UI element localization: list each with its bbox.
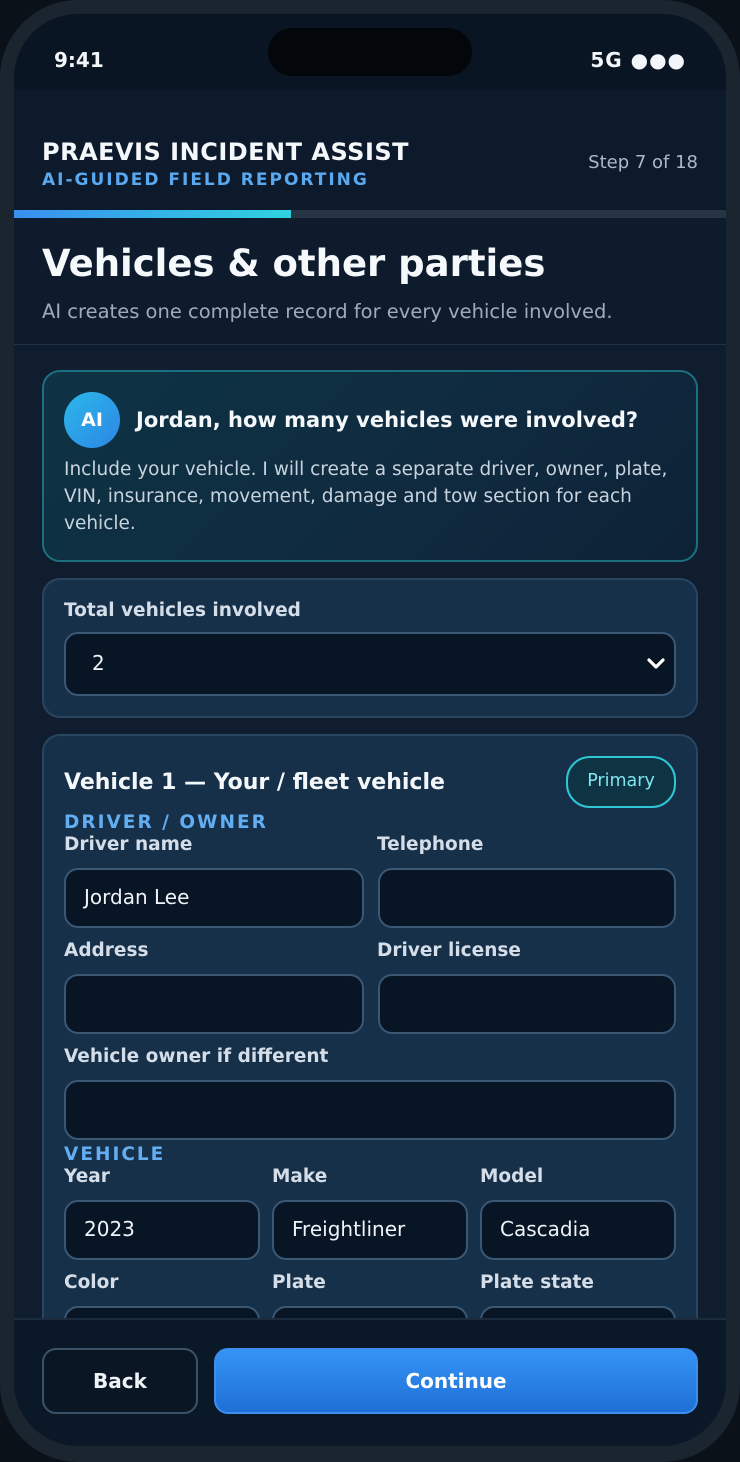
ai-avatar: AI [64, 392, 120, 448]
plate-label: Plate [272, 1272, 326, 1293]
make-value: Freightliner [292, 1217, 406, 1241]
dynamic-island [268, 28, 472, 76]
color-label: Color [64, 1272, 119, 1293]
model-value: Cascadia [500, 1217, 591, 1241]
vehicle-count-value: 2 [92, 651, 105, 675]
progress-bar [14, 210, 726, 218]
address-label: Address [64, 940, 149, 961]
plate-state-input[interactable] [480, 1306, 676, 1318]
status-time: 9:41 [54, 48, 104, 72]
back-button[interactable]: Back [42, 1348, 198, 1414]
footer-actions: Back Continue [14, 1318, 726, 1446]
driver-license-label: Driver license [377, 940, 521, 961]
chevron-down-icon [647, 658, 665, 669]
step-indicator: Step 7 of 18 [588, 152, 698, 173]
model-label: Model [480, 1166, 544, 1187]
vehicle-count-label: Total vehicles involved [64, 600, 301, 621]
page-title: Vehicles & other parties [42, 242, 546, 285]
telephone-label: Telephone [377, 834, 484, 855]
vehicle-owner-label: Vehicle owner if different [64, 1046, 329, 1067]
year-label: Year [64, 1166, 110, 1187]
progress-fill [14, 210, 291, 218]
page-heading: Vehicles & other parties AI creates one … [14, 218, 726, 345]
status-bar: 9:41 5G ●●● [14, 14, 726, 90]
network-signal: 5G ●●● [590, 48, 686, 72]
color-input[interactable] [64, 1306, 260, 1318]
year-input[interactable]: 2023 [64, 1200, 260, 1260]
driver-license-input[interactable] [378, 974, 676, 1034]
continue-button[interactable]: Continue [214, 1348, 698, 1414]
primary-badge: Primary [566, 756, 676, 808]
app-header: PRAEVIS INCIDENT ASSIST AI-GUIDED FIELD … [14, 90, 726, 224]
app-subtitle: AI-GUIDED FIELD REPORTING [42, 170, 369, 190]
vehicle-count-select[interactable]: 2 [64, 632, 676, 696]
plate-input[interactable] [272, 1306, 468, 1318]
form-content[interactable]: AI Jordan, how many vehicles were involv… [14, 344, 726, 1318]
model-input[interactable]: Cascadia [480, 1200, 676, 1260]
vehicle-count-card: Total vehicles involved 2 [42, 578, 698, 718]
driver-owner-section-heading: DRIVER / OWNER [64, 812, 268, 833]
make-label: Make [272, 1166, 328, 1187]
ai-question: Jordan, how many vehicles were involved? [136, 408, 639, 432]
driver-name-value: Jordan Lee [84, 885, 190, 909]
telephone-input[interactable] [378, 868, 676, 928]
address-input[interactable] [64, 974, 364, 1034]
page-description: AI creates one complete record for every… [42, 300, 613, 323]
vehicle-1-card: Vehicle 1 — Your / fleet vehicle Primary… [42, 734, 698, 1318]
driver-name-label: Driver name [64, 834, 193, 855]
vehicle-owner-input[interactable] [64, 1080, 676, 1140]
driver-name-input[interactable]: Jordan Lee [64, 868, 364, 928]
ai-prompt-card: AI Jordan, how many vehicles were involv… [42, 370, 698, 562]
ai-instructions: Include your vehicle. I will create a se… [64, 459, 668, 534]
year-value: 2023 [84, 1217, 135, 1241]
phone-frame: 9:41 5G ●●● PRAEVIS INCIDENT ASSIST AI-G… [0, 0, 740, 1462]
plate-state-label: Plate state [480, 1272, 594, 1293]
screen: 9:41 5G ●●● PRAEVIS INCIDENT ASSIST AI-G… [14, 14, 726, 1446]
vehicle-section-heading: VEHICLE [64, 1144, 166, 1165]
vehicle-1-title: Vehicle 1 — Your / fleet vehicle [64, 770, 445, 795]
app-title: PRAEVIS INCIDENT ASSIST [42, 138, 410, 166]
make-input[interactable]: Freightliner [272, 1200, 468, 1260]
